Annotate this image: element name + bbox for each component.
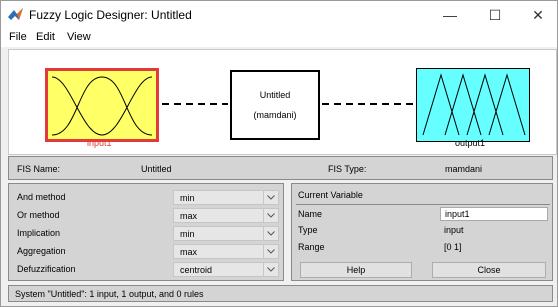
aggregation-value: max xyxy=(180,247,198,257)
or-method-row: Or method max xyxy=(9,207,283,225)
input1-label: input1 xyxy=(87,138,112,148)
variable-range-label: Range xyxy=(298,242,325,252)
aggregation-select[interactable]: max xyxy=(173,244,279,259)
output-membership-functions-icon xyxy=(422,73,526,136)
and-method-label: And method xyxy=(17,192,66,202)
minimize-button[interactable]: — xyxy=(431,1,469,29)
variable-type-value: input xyxy=(444,225,464,235)
and-method-value: min xyxy=(180,193,195,203)
fis-type-label: FIS Type: xyxy=(328,164,367,174)
variable-name-row: input1 xyxy=(292,204,554,224)
status-bar: System "Untitled": 1 input, 1 output, an… xyxy=(8,285,553,302)
and-method-select[interactable]: min xyxy=(173,190,279,205)
fuzzy-logic-designer-window: Fuzzy Logic Designer: Untitled — ☐ ✕ Fil… xyxy=(0,0,558,307)
aggregation-row: Aggregation max xyxy=(9,243,283,261)
menu-file[interactable]: File xyxy=(9,31,27,43)
system-type-label: (mamdani) xyxy=(253,110,297,120)
close-window-button[interactable]: ✕ xyxy=(519,1,557,29)
fis-info-bar: FIS Name: Untitled FIS Type: mamdani xyxy=(8,156,553,180)
variable-range-value: [0 1] xyxy=(444,242,462,252)
input1-variable-block[interactable] xyxy=(45,68,159,142)
variable-type-label: Type xyxy=(298,225,318,235)
implication-select[interactable]: min xyxy=(173,226,279,241)
input-connector-line xyxy=(162,103,228,105)
fis-type-value: mamdani xyxy=(445,164,483,174)
window-title: Fuzzy Logic Designer: Untitled xyxy=(29,8,192,22)
methods-panel: And method min Or method max Implication… xyxy=(8,183,284,281)
and-method-row: And method min xyxy=(9,189,283,207)
chevron-down-icon xyxy=(263,209,278,222)
menu-edit[interactable]: Edit xyxy=(36,31,55,43)
status-text: System "Untitled": 1 input, 1 output, an… xyxy=(15,289,204,299)
menu-bar: File Edit View xyxy=(1,29,557,47)
chevron-down-icon xyxy=(263,263,278,276)
implication-value: min xyxy=(180,229,195,239)
help-button[interactable]: Help xyxy=(300,262,412,278)
or-method-label: Or method xyxy=(17,210,60,220)
output1-label: output1 xyxy=(455,138,486,148)
current-variable-panel: Current Variable Name input1 Type input … xyxy=(291,183,553,281)
matlab-app-icon xyxy=(8,8,23,20)
defuzzification-value: centroid xyxy=(180,265,213,275)
maximize-button[interactable]: ☐ xyxy=(476,1,514,29)
menu-view[interactable]: View xyxy=(67,31,91,43)
close-button[interactable]: Close xyxy=(432,262,546,278)
output1-variable-block[interactable] xyxy=(416,68,530,142)
input-membership-functions-icon xyxy=(51,76,153,136)
system-name-label: Untitled xyxy=(259,90,291,100)
aggregation-label: Aggregation xyxy=(17,246,66,256)
or-method-value: max xyxy=(180,211,198,221)
current-variable-heading: Current Variable xyxy=(298,190,363,200)
fis-name-label: FIS Name: xyxy=(17,164,61,174)
defuzzification-select[interactable]: centroid xyxy=(173,262,279,277)
fis-name-value: Untitled xyxy=(141,164,172,174)
implication-label: Implication xyxy=(17,228,61,238)
chevron-down-icon xyxy=(263,245,278,258)
fis-diagram: Untitled (mamdani) input1 output1 xyxy=(8,49,557,155)
defuzzification-label: Defuzzification xyxy=(17,264,76,274)
variable-name-input[interactable]: input1 xyxy=(440,207,548,221)
defuzzification-row: Defuzzification centroid xyxy=(9,261,283,279)
chevron-down-icon xyxy=(263,227,278,240)
output-connector-line xyxy=(322,103,414,105)
title-bar: Fuzzy Logic Designer: Untitled — ☐ ✕ xyxy=(1,1,557,29)
or-method-select[interactable]: max xyxy=(173,208,279,223)
chevron-down-icon xyxy=(263,191,278,204)
system-block[interactable]: Untitled (mamdani) xyxy=(230,70,320,140)
implication-row: Implication min xyxy=(9,225,283,243)
